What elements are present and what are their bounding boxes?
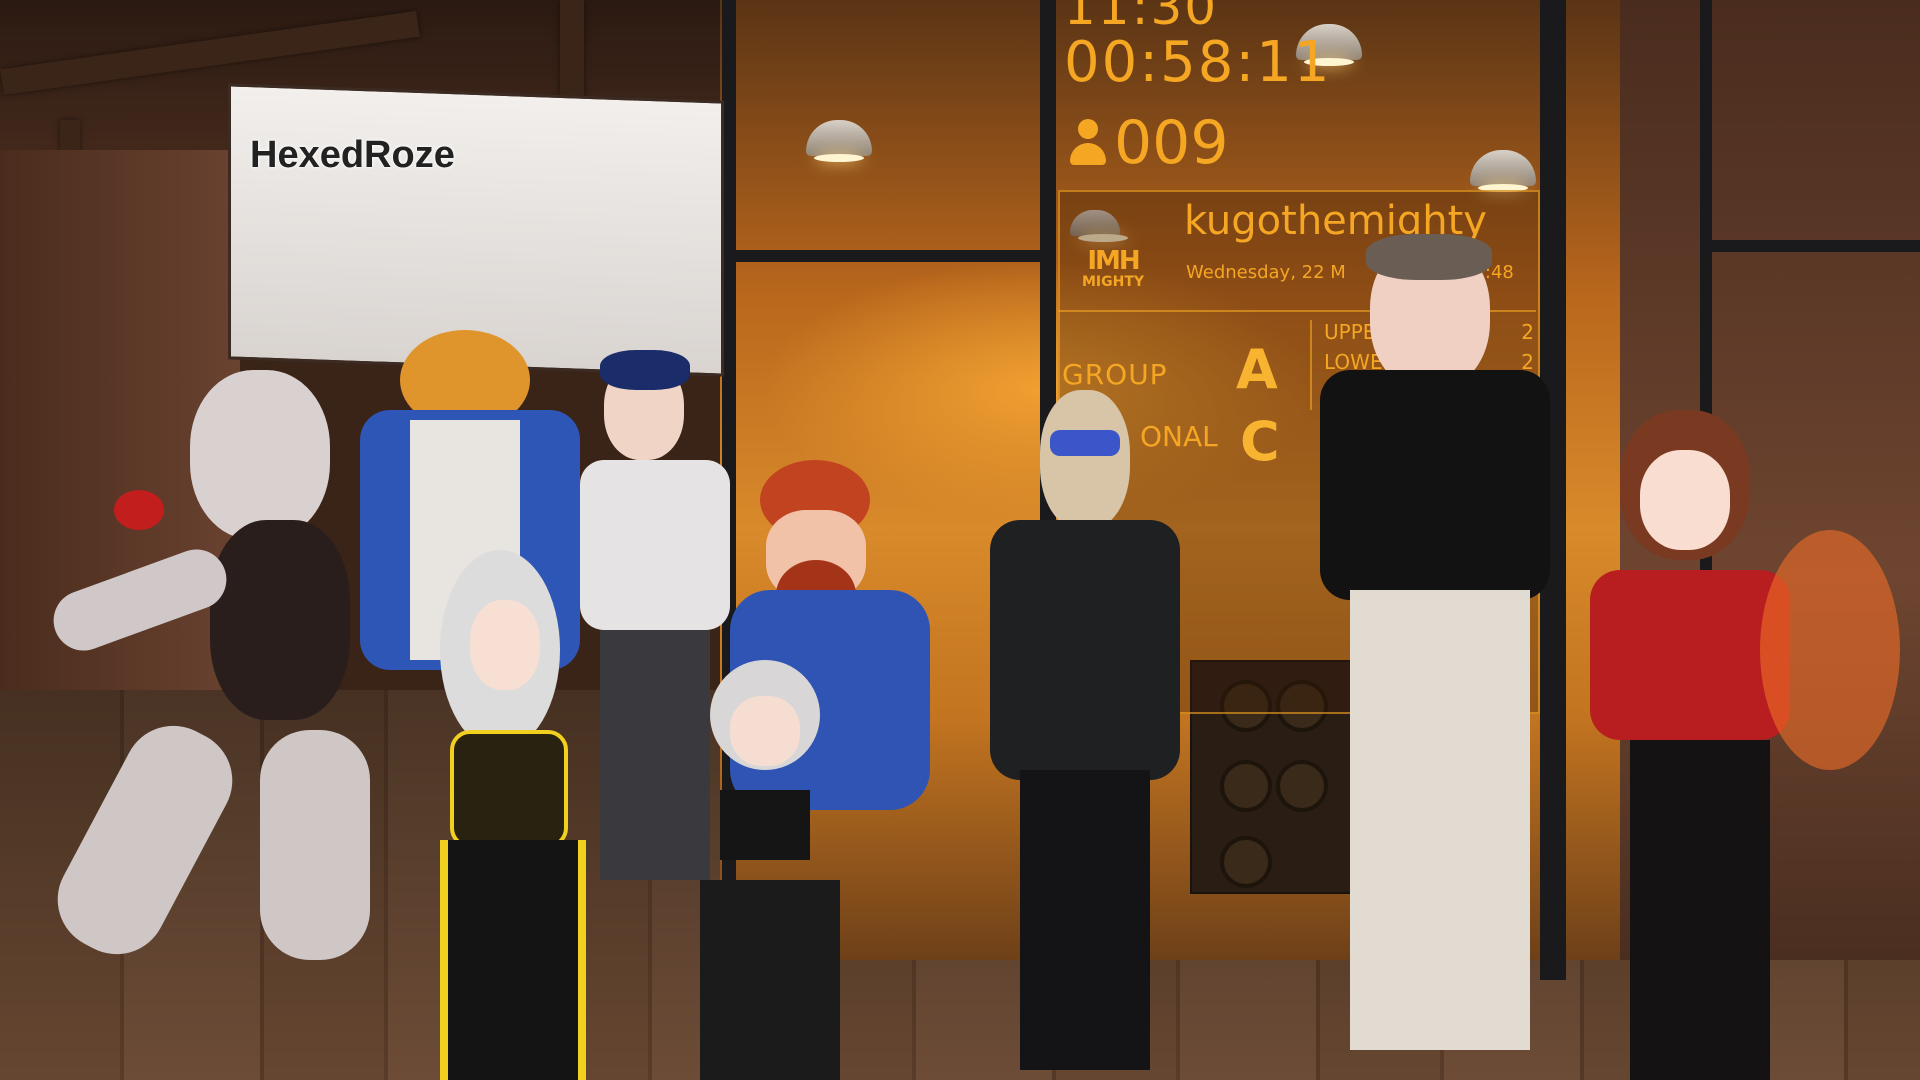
- weight-plate: [1220, 836, 1272, 888]
- player-count: 009: [1068, 108, 1229, 178]
- grade-a: A: [1236, 338, 1278, 401]
- logo-mark: IMH: [1087, 246, 1140, 276]
- avatar-blue-crystal: [950, 390, 1200, 1070]
- avatar-cat-ears: [1570, 400, 1920, 1080]
- logo-text: MIGHTY: [1081, 274, 1145, 290]
- window-frame: [722, 250, 1042, 262]
- avatar-silver-hair: [640, 660, 890, 1080]
- window-frame: [1710, 240, 1920, 252]
- avatar-white-creature: [30, 340, 370, 1000]
- session-timer: 00:58:11: [1064, 30, 1332, 95]
- player-count-value: 009: [1114, 108, 1229, 178]
- vr-world-scene: 11:30 00:58:11 009 IMH MIGHTY kugothemig…: [0, 0, 1920, 1080]
- avatar-yellow-outfit: [350, 550, 640, 1080]
- weight-plate: [1220, 760, 1272, 812]
- mighty-logo: IMH MIGHTY: [1070, 246, 1156, 304]
- group-label: GROUP: [1062, 358, 1168, 391]
- player-nameplate: HexedRoze: [250, 134, 455, 176]
- person-icon: [1068, 117, 1108, 169]
- grade-c: C: [1240, 410, 1280, 473]
